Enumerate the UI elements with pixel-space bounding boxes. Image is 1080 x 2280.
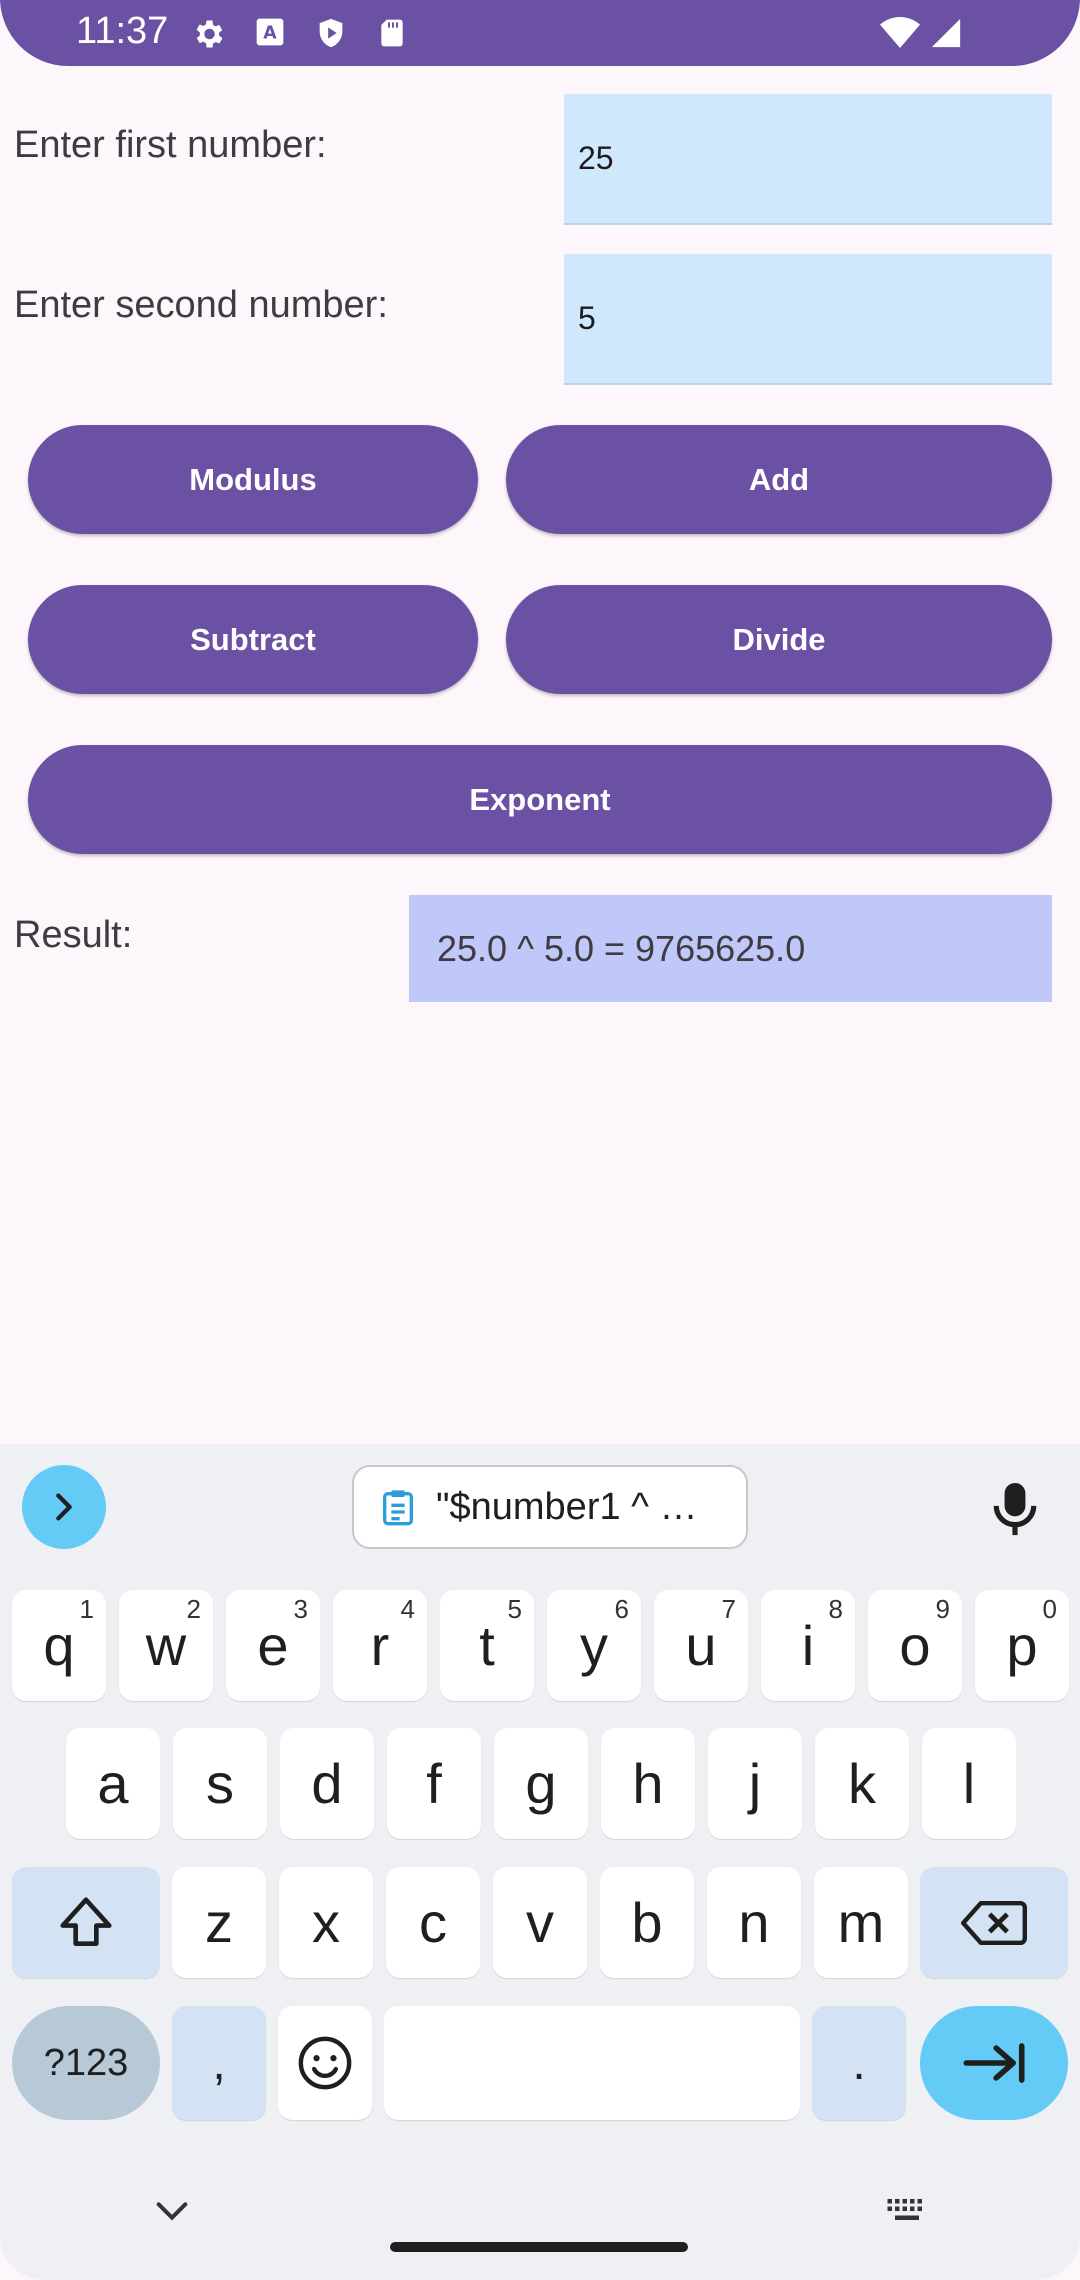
key-hint: 6: [614, 1594, 629, 1624]
collapse-keyboard-button[interactable]: [152, 2196, 192, 2231]
sd-card-icon: [376, 16, 408, 58]
key-label: e: [257, 1614, 289, 1677]
key-r[interactable]: r4: [333, 1590, 427, 1701]
divide-button[interactable]: Divide: [506, 585, 1052, 694]
symbols-key[interactable]: ?123: [12, 2006, 160, 2120]
key-k[interactable]: k: [815, 1728, 909, 1839]
key-g[interactable]: g: [494, 1728, 588, 1839]
clipboard-suggestion-chip[interactable]: "$number1 ^ …: [352, 1465, 748, 1549]
clipboard-suggestion-text: "$number1 ^ …: [436, 1485, 698, 1528]
emoji-icon: [298, 2036, 352, 2090]
shift-icon: [60, 1896, 112, 1946]
microphone-icon[interactable]: [990, 1478, 1040, 1543]
key-hint: 9: [935, 1594, 950, 1624]
key-q[interactable]: q1: [12, 1590, 106, 1701]
key-p[interactable]: p0: [975, 1590, 1069, 1701]
key-n[interactable]: n: [707, 1867, 801, 1978]
key-a[interactable]: a: [66, 1728, 160, 1839]
key-w[interactable]: w2: [119, 1590, 213, 1701]
shift-key[interactable]: [12, 1867, 160, 1978]
comma-key[interactable]: ,: [172, 2006, 266, 2120]
backspace-icon: [961, 1900, 1027, 1945]
tab-arrow-icon: [963, 2043, 1025, 2083]
key-u[interactable]: u7: [654, 1590, 748, 1701]
key-hint: 1: [79, 1594, 94, 1624]
key-label: u: [685, 1614, 717, 1677]
key-x[interactable]: x: [279, 1867, 373, 1978]
key-label: y: [580, 1614, 608, 1677]
svg-text:A: A: [263, 24, 277, 44]
backspace-key[interactable]: [920, 1867, 1068, 1978]
next-key[interactable]: [920, 2006, 1068, 2120]
shield-icon: [314, 16, 348, 58]
key-i[interactable]: i8: [761, 1590, 855, 1701]
add-button[interactable]: Add: [506, 425, 1052, 534]
key-c[interactable]: c: [386, 1867, 480, 1978]
key-s[interactable]: s: [173, 1728, 267, 1839]
chevron-right-icon: [56, 1493, 72, 1521]
home-indicator[interactable]: [390, 2242, 688, 2252]
modulus-button[interactable]: Modulus: [28, 425, 478, 534]
clipboard-icon: [383, 1490, 413, 1526]
keyboard-switch-button[interactable]: [884, 2196, 930, 2231]
key-label: t: [479, 1614, 495, 1677]
soft-keyboard: [0, 1444, 1080, 2280]
exponent-button[interactable]: Exponent: [28, 745, 1052, 854]
key-t[interactable]: t5: [440, 1590, 534, 1701]
gear-icon: [190, 16, 226, 60]
key-label: w: [145, 1614, 187, 1677]
key-b[interactable]: b: [600, 1867, 694, 1978]
font-icon: A: [254, 16, 286, 56]
first-number-input[interactable]: [564, 94, 1052, 225]
key-e[interactable]: e3: [226, 1590, 320, 1701]
key-d[interactable]: d: [280, 1728, 374, 1839]
key-label: p: [1006, 1614, 1038, 1677]
spacebar-key[interactable]: [384, 2006, 800, 2120]
key-label: q: [43, 1614, 75, 1677]
key-v[interactable]: v: [493, 1867, 587, 1978]
key-hint: 2: [186, 1594, 201, 1624]
key-hint: 8: [828, 1594, 843, 1624]
key-hint: 3: [293, 1594, 308, 1624]
period-key[interactable]: .: [812, 2006, 906, 2120]
key-m[interactable]: m: [814, 1867, 908, 1978]
emoji-key[interactable]: [278, 2006, 372, 2120]
second-number-label: Enter second number:: [14, 284, 388, 326]
second-number-input[interactable]: [564, 254, 1052, 385]
key-o[interactable]: o9: [868, 1590, 962, 1701]
first-number-label: Enter first number:: [14, 124, 327, 166]
result-value: 25.0 ^ 5.0 = 9765625.0: [409, 895, 1052, 1002]
key-f[interactable]: f: [387, 1728, 481, 1839]
chevron-down-icon: [156, 2202, 188, 2221]
expand-toolbar-button[interactable]: [22, 1465, 106, 1549]
key-hint: 5: [507, 1594, 522, 1624]
key-hint: 4: [400, 1594, 415, 1624]
key-label: i: [801, 1614, 815, 1677]
status-time: 11:37: [76, 10, 169, 52]
wifi-icon: [880, 16, 920, 58]
key-y[interactable]: y6: [547, 1590, 641, 1701]
status-bar: 11:37 A: [0, 0, 1080, 66]
subtract-button[interactable]: Subtract: [28, 585, 478, 694]
keyboard-icon: [887, 2199, 922, 2220]
key-label: o: [899, 1614, 931, 1677]
key-label: r: [370, 1614, 390, 1677]
key-j[interactable]: j: [708, 1728, 802, 1839]
signal-icon: [928, 16, 964, 58]
key-l[interactable]: l: [922, 1728, 1016, 1839]
key-hint: 0: [1042, 1594, 1057, 1624]
result-label: Result:: [14, 914, 133, 956]
key-z[interactable]: z: [172, 1867, 266, 1978]
key-hint: 7: [721, 1594, 736, 1624]
key-h[interactable]: h: [601, 1728, 695, 1839]
